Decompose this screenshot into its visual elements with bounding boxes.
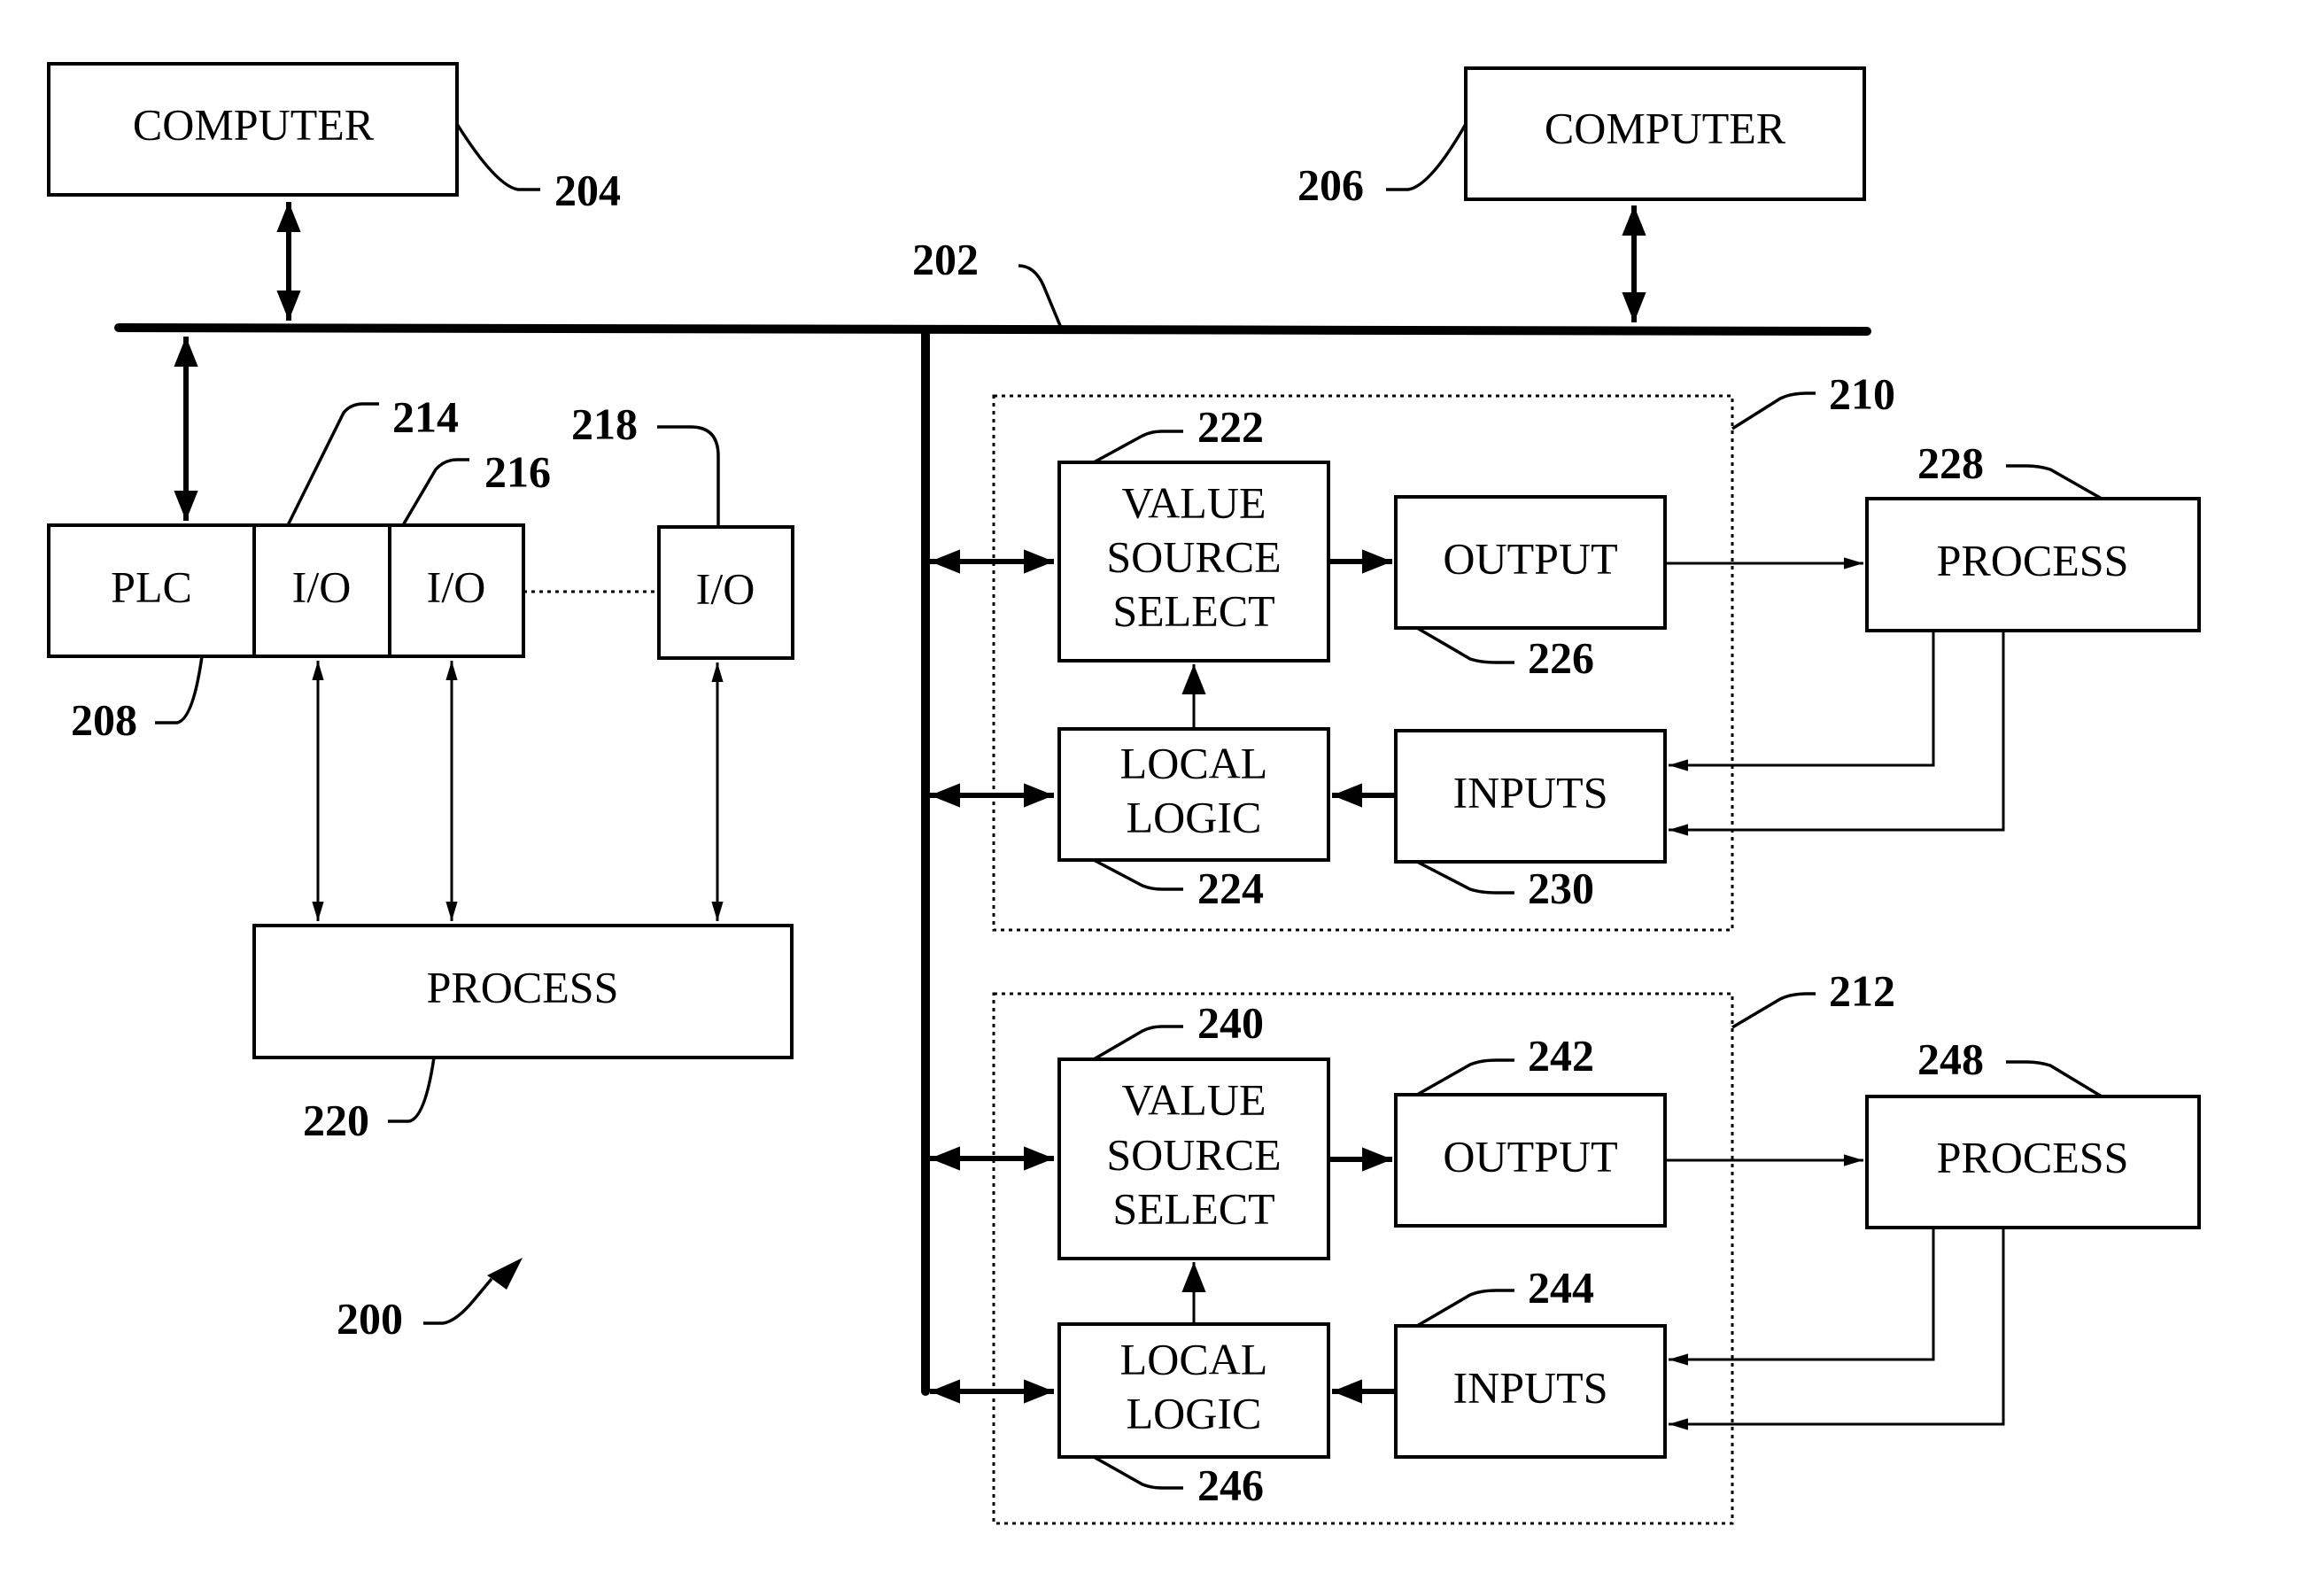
leader-line <box>286 402 379 526</box>
arrow-process-228-to-inputs-1 <box>1669 631 1935 771</box>
local-logic-line-1: LOCAL <box>1120 1334 1268 1383</box>
ref-number: 204 <box>554 165 621 214</box>
arrow-process-248-to-inputs-2 <box>1669 1228 2005 1430</box>
ref-number: 242 <box>1528 1030 1594 1080</box>
io-module-216: I/O 216 <box>388 446 551 658</box>
io-label: I/O <box>427 562 486 611</box>
leader-line <box>1416 860 1514 895</box>
output-label: OUTPUT <box>1443 1131 1617 1181</box>
ref-number: 220 <box>303 1095 369 1144</box>
inputs-label: INPUTS <box>1452 767 1607 817</box>
bus-horizontal <box>114 323 1871 336</box>
computer-204: COMPUTER 204 <box>47 62 621 214</box>
ref-number: 216 <box>484 446 551 496</box>
ref-number: 222 <box>1197 401 1264 451</box>
process-228: PROCESS 228 <box>1865 438 2201 632</box>
ref-number: 210 <box>1829 368 1895 418</box>
computer-label: COMPUTER <box>1545 103 1786 152</box>
inputs-label: INPUTS <box>1452 1362 1607 1412</box>
computer-label: COMPUTER <box>133 99 375 149</box>
leader-line <box>1386 123 1468 191</box>
leader-line <box>401 458 469 526</box>
io-module-218: I/O 218 <box>571 399 794 660</box>
ref-number: 248 <box>1917 1034 1984 1083</box>
leader-line <box>1416 626 1514 664</box>
leader-line <box>657 425 720 527</box>
leader-line <box>455 123 540 191</box>
leader-line <box>388 1057 436 1123</box>
vss-line-1: VALUE <box>1122 477 1266 527</box>
field-device-212: 212 VALUE SOURCE SELECT 240 OUTPUT 242 L… <box>930 965 1895 1525</box>
io-label: I/O <box>696 563 755 613</box>
ref-number: 206 <box>1297 159 1364 209</box>
system-diagram: COMPUTER 204 COMPUTER 206 202 PLC 208 I/… <box>47 62 2201 1525</box>
ref-number: 218 <box>571 399 638 448</box>
system-ref-200: 200 <box>337 1258 523 1343</box>
plc-208: PLC 208 <box>47 523 256 744</box>
leader-line <box>1731 391 1816 430</box>
ref-number: 240 <box>1197 997 1264 1047</box>
output-label: OUTPUT <box>1443 533 1617 583</box>
ref-number: 224 <box>1197 863 1264 912</box>
leader-line <box>1731 992 1816 1029</box>
leader-line <box>1093 1025 1183 1061</box>
leader-line <box>1093 858 1183 891</box>
leader-line <box>1416 1289 1514 1328</box>
field-device-210: 210 VALUE SOURCE SELECT 222 OUTPUT 226 L… <box>930 368 1895 932</box>
vss-line-2: SOURCE <box>1106 531 1281 581</box>
leader-line <box>1093 430 1183 464</box>
local-logic-line-2: LOGIC <box>1127 792 1262 841</box>
process-label: PROCESS <box>1937 535 2129 585</box>
leader-line <box>2006 464 2103 500</box>
ref-number: 212 <box>1829 965 1895 1015</box>
vss-line-3: SELECT <box>1112 1183 1274 1233</box>
ref-number: 228 <box>1917 438 1984 487</box>
process-248: PROCESS 248 <box>1865 1034 2201 1229</box>
leader-line <box>1093 1455 1183 1490</box>
ref-number: 230 <box>1528 863 1594 912</box>
arrowhead-icon <box>487 1258 523 1290</box>
process-label: PROCESS <box>427 962 619 1011</box>
vss-line-1: VALUE <box>1122 1074 1266 1124</box>
ref-number: 202 <box>912 234 979 283</box>
vss-line-3: SELECT <box>1112 585 1274 635</box>
process-label: PROCESS <box>1937 1132 2129 1182</box>
leader-line <box>155 655 204 724</box>
arrow-process-248-to-inputs-1 <box>1669 1228 1935 1366</box>
ref-number: 214 <box>392 391 459 441</box>
ref-number: 246 <box>1197 1460 1264 1509</box>
io-label: I/O <box>292 562 352 611</box>
vss-line-2: SOURCE <box>1106 1129 1281 1179</box>
ref-number: 208 <box>71 694 137 744</box>
ref-number: 244 <box>1528 1262 1594 1312</box>
local-logic-line-1: LOCAL <box>1120 738 1268 787</box>
leader-line <box>1416 1058 1514 1096</box>
leader-line <box>1018 264 1063 329</box>
ref-number: 200 <box>337 1293 403 1343</box>
arrow-process-228-to-inputs-2 <box>1669 631 2005 836</box>
process-220: PROCESS 220 <box>252 924 794 1144</box>
computer-206: COMPUTER 206 <box>1297 66 1866 209</box>
ref-number: 226 <box>1528 632 1594 682</box>
local-logic-line-2: LOGIC <box>1127 1388 1262 1437</box>
plc-label: PLC <box>111 562 192 611</box>
leader-arrow <box>423 1277 493 1325</box>
leader-line <box>2006 1060 2103 1098</box>
